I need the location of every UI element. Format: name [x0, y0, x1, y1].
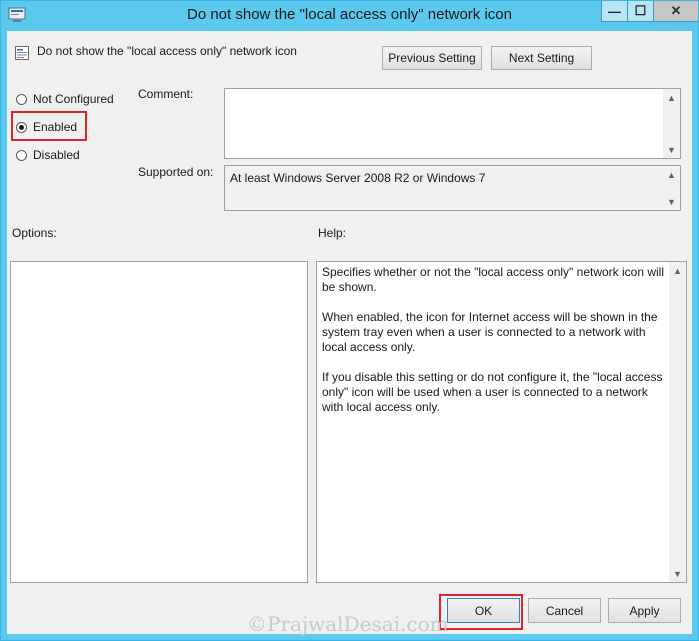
apply-button[interactable]: Apply — [608, 598, 681, 623]
scroll-down-icon[interactable]: ▼ — [669, 565, 686, 582]
close-button[interactable]: ✕ — [653, 1, 698, 22]
next-setting-button[interactable]: Next Setting — [491, 46, 592, 70]
radio-disabled-circle[interactable] — [16, 149, 27, 161]
maximize-button[interactable]: ☐ — [627, 1, 653, 22]
watermark: ©PrajwalDesai.com — [247, 612, 449, 636]
window-title: Do not show the "local access only" netw… — [187, 6, 512, 23]
policy-name: Do not show the "local access only" netw… — [37, 44, 297, 58]
help-panel: Specifies whether or not the "local acce… — [316, 261, 687, 583]
radio-enabled-circle[interactable] — [16, 121, 27, 133]
dialog-body: Do not show the "local access only" netw… — [7, 31, 692, 636]
help-paragraph: When enabled, the icon for Internet acce… — [322, 310, 658, 354]
radio-not-configured[interactable]: Not Configured — [16, 92, 114, 106]
scroll-down-icon[interactable]: ▼ — [663, 141, 680, 158]
comment-label: Comment: — [138, 87, 194, 101]
supported-on-value: At least Windows Server 2008 R2 or Windo… — [230, 171, 486, 185]
ok-button[interactable]: OK — [447, 598, 520, 623]
minimize-button[interactable]: — — [601, 1, 627, 22]
scroll-up-icon[interactable]: ▲ — [663, 89, 680, 106]
radio-not-configured-circle[interactable] — [16, 93, 27, 105]
supported-on-field: At least Windows Server 2008 R2 or Windo… — [224, 165, 681, 211]
help-label: Help: — [318, 226, 347, 240]
scroll-up-icon[interactable]: ▲ — [669, 262, 686, 279]
help-paragraph: If you disable this setting or do not co… — [322, 370, 663, 414]
help-paragraph: Specifies whether or not the "local acce… — [322, 265, 665, 294]
scroll-up-icon[interactable]: ▲ — [663, 166, 680, 183]
title-bar[interactable]: Do not show the "local access only" netw… — [1, 1, 698, 31]
radio-disabled[interactable]: Disabled — [16, 148, 80, 162]
scroll-down-icon[interactable]: ▼ — [663, 193, 680, 210]
previous-setting-button[interactable]: Previous Setting — [382, 46, 482, 70]
supported-scrollbar[interactable]: ▲ ▼ — [663, 166, 680, 210]
help-scrollbar[interactable]: ▲ ▼ — [669, 262, 686, 582]
radio-enabled-label: Enabled — [33, 120, 78, 134]
cancel-button[interactable]: Cancel — [528, 598, 601, 623]
options-panel — [10, 261, 308, 583]
help-text: Specifies whether or not the "local acce… — [322, 265, 664, 430]
supported-on-label: Supported on: — [138, 165, 214, 179]
radio-not-configured-label: Not Configured — [33, 92, 114, 106]
options-label: Options: — [12, 226, 57, 240]
comment-textarea[interactable]: ▲ ▼ — [224, 88, 681, 159]
policy-dialog: Do not show the "local access only" netw… — [0, 0, 699, 641]
policy-icon — [15, 46, 29, 60]
radio-disabled-label: Disabled — [33, 148, 80, 162]
radio-enabled[interactable]: Enabled — [16, 120, 77, 134]
comment-scrollbar[interactable]: ▲ ▼ — [663, 89, 680, 158]
window-controls: — ☐ ✕ — [601, 1, 698, 23]
